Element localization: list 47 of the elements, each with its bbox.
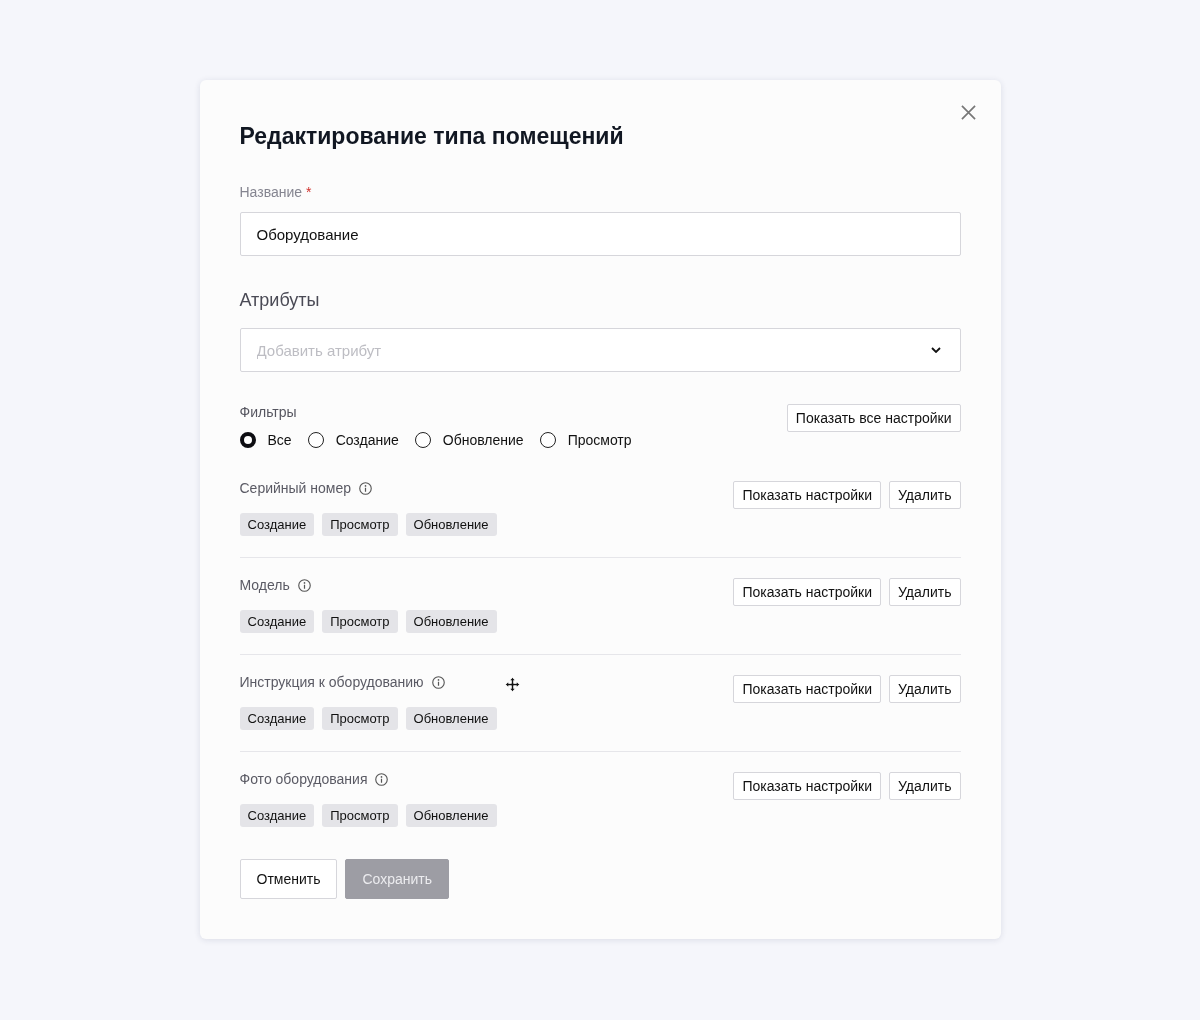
tag: Обновление: [405, 707, 497, 730]
show-settings-button[interactable]: Показать настройки: [733, 675, 882, 703]
radio-option[interactable]: Все: [239, 431, 292, 449]
field-label: Название *: [239, 183, 312, 201]
name-input[interactable]: Оборудование: [239, 212, 961, 256]
radio-option[interactable]: Просмотр: [539, 431, 632, 449]
chevron-down-icon[interactable]: [930, 347, 941, 353]
section-title: Атрибуты: [239, 289, 321, 311]
radio-option[interactable]: Обновление: [414, 431, 524, 449]
tag: Просмотр: [322, 513, 398, 536]
cancel-button[interactable]: Отменить: [239, 859, 338, 899]
info-icon[interactable]: [359, 481, 373, 495]
tag: Просмотр: [322, 804, 398, 827]
radio-icon[interactable]: [414, 432, 431, 448]
delete-button[interactable]: Удалить: [889, 578, 961, 606]
show-settings-button[interactable]: Показать настройки: [733, 481, 882, 509]
info-icon[interactable]: [431, 675, 445, 689]
attribute-name: Модель: [239, 576, 290, 594]
radio-icon[interactable]: [307, 432, 324, 448]
tag: Обновление: [405, 804, 497, 827]
tag: Просмотр: [322, 610, 398, 633]
radio-icon[interactable]: [239, 432, 256, 448]
attribute-name: Серийный номер: [239, 479, 352, 497]
delete-button[interactable]: Удалить: [889, 772, 961, 800]
show-all-settings-button[interactable]: Показать все настройки: [786, 404, 961, 432]
tag: Создание: [239, 610, 315, 633]
dialog-title: Редактирование типа помещений: [239, 123, 625, 149]
move-cursor-icon: [504, 677, 520, 692]
tag: Обновление: [405, 610, 497, 633]
tag: Просмотр: [322, 707, 398, 730]
attribute-name: Инструкция к оборудованию: [239, 673, 424, 691]
tag: Создание: [239, 513, 315, 536]
delete-button[interactable]: Удалить: [889, 481, 961, 509]
tag: Создание: [239, 707, 315, 730]
delete-button[interactable]: Удалить: [889, 675, 961, 703]
radio-option[interactable]: Создание: [307, 431, 399, 449]
show-settings-button[interactable]: Показать настройки: [733, 578, 882, 606]
radio-icon[interactable]: [539, 432, 556, 448]
info-icon[interactable]: [297, 578, 311, 592]
tag: Создание: [239, 804, 315, 827]
show-settings-button[interactable]: Показать настройки: [733, 772, 882, 800]
close-icon[interactable]: [960, 105, 976, 120]
attribute-select[interactable]: Добавить атрибут: [239, 328, 961, 372]
filters-label: Фильтры: [239, 403, 297, 421]
info-icon[interactable]: [375, 772, 389, 786]
attribute-name: Фото оборудования: [239, 770, 368, 788]
tag: Обновление: [405, 513, 497, 536]
